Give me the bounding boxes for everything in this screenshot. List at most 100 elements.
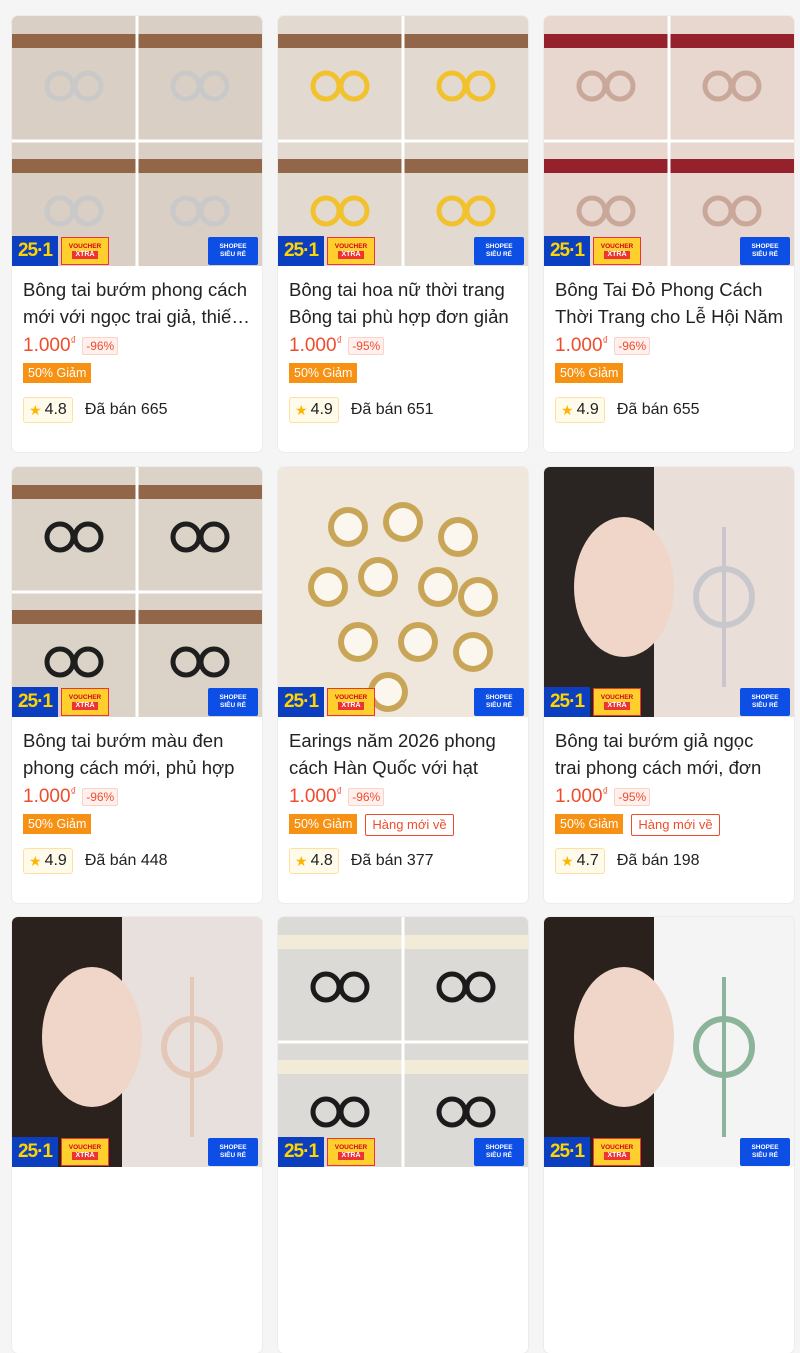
shopee-top: SHOPEE — [751, 694, 779, 702]
product-title[interactable]: Bông tai hoa nữ thời trang Bông tai phù … — [289, 276, 518, 330]
voucher-bottom: XTRA — [604, 250, 630, 259]
product-card[interactable]: 25·1 VOUCHER XTRA SHOPEE SIÊU RẺ Bông tai hoa… — [278, 16, 528, 452]
product-image — [278, 467, 528, 717]
rating-badge: ★ 4.7 — [555, 848, 605, 874]
sale-badge: 25·1 — [278, 687, 324, 717]
shopee-bottom: SIÊU RẺ — [219, 702, 246, 709]
discount-badge: -96% — [614, 337, 651, 355]
product-title[interactable]: Bông tai bướm giả ngọc trai phong cách m… — [555, 727, 784, 781]
product-price: 1.000₫ — [23, 335, 77, 356]
rating-value: 4.8 — [310, 852, 333, 869]
tag-row: 50% Giảm — [555, 363, 784, 385]
product-card[interactable]: 25·1 VOUCHER XTRA SHOPEE SIÊU RẺ Bông Tai Đỏ … — [544, 16, 794, 452]
currency-symbol: ₫ — [336, 335, 343, 347]
promo-tag: 50% Giảm — [289, 814, 358, 834]
voucher-bottom: XTRA — [338, 701, 364, 710]
promo-tag: 50% Giảm — [555, 814, 624, 834]
shopee-top: SHOPEE — [219, 243, 247, 251]
stats-row: ★ 4.8 Đã bán 665 — [23, 397, 252, 423]
product-thumbnail[interactable]: 25·1 VOUCHER XTRA SHOPEE SIÊU RẺ — [544, 16, 794, 266]
star-icon: ★ — [561, 852, 574, 869]
promo-banner: 25·1 VOUCHER XTRA SHOPEE SIÊU RẺ — [278, 687, 528, 717]
shopee-badge: SHOPEE SIÊU RẺ — [208, 1138, 258, 1166]
price-row: 1.000₫ -95% — [555, 786, 784, 808]
rating-value: 4.9 — [576, 401, 599, 418]
discount-badge: -96% — [82, 788, 119, 806]
product-thumbnail[interactable]: 25·1 VOUCHER XTRA SHOPEE SIÊU RẺ — [12, 16, 262, 266]
promo-tag: 50% Giảm — [289, 363, 358, 383]
promo-banner: 25·1 VOUCHER XTRA SHOPEE SIÊU RẺ — [12, 687, 262, 717]
promo-tag: 50% Giảm — [23, 814, 92, 834]
price-row: 1.000₫ -96% — [555, 335, 784, 357]
product-card[interactable]: 25·1 VOUCHER XTRA SHOPEE SIÊU RẺ Bông tai bướ… — [544, 467, 794, 903]
promo-banner: 25·1 VOUCHER XTRA SHOPEE SIÊU RẺ — [12, 236, 262, 266]
sold-count: Đã bán 448 — [84, 852, 168, 869]
product-card[interactable]: 25·1 VOUCHER XTRA SHOPEE SIÊU RẺ Bông tai bướ… — [12, 467, 262, 903]
shopee-bottom: SIÊU RẺ — [219, 251, 246, 258]
product-price: 1.000₫ — [23, 786, 77, 807]
product-info: Bông tai bướm giả ngọc trai phong cách m… — [544, 717, 794, 874]
product-card[interactable]: 25·1 VOUCHER XTRA SHOPEE SIÊU RẺ — [278, 917, 528, 1353]
rating-badge: ★ 4.8 — [289, 848, 339, 874]
stats-row: ★ 4.8 Đã bán 377 — [289, 848, 518, 874]
voucher-badge: VOUCHER XTRA — [593, 1138, 641, 1166]
sold-count: Đã bán 651 — [350, 401, 434, 418]
product-title[interactable]: Bông Tai Đỏ Phong Cách Thời Trang cho Lễ… — [555, 276, 784, 330]
product-thumbnail[interactable]: 25·1 VOUCHER XTRA SHOPEE SIÊU RẺ — [278, 467, 528, 717]
product-card[interactable]: 25·1 VOUCHER XTRA SHOPEE SIÊU RẺ — [12, 917, 262, 1353]
promo-banner: 25·1 VOUCHER XTRA SHOPEE SIÊU RẺ — [544, 1137, 794, 1167]
product-title[interactable]: Earings năm 2026 phong cách Hàn Quốc với… — [289, 727, 518, 781]
product-card[interactable]: 25·1 VOUCHER XTRA SHOPEE SIÊU RẺ Bông tai bướ… — [12, 16, 262, 452]
voucher-badge: VOUCHER XTRA — [61, 688, 109, 716]
stats-row: ★ 4.9 Đã bán 655 — [555, 397, 784, 423]
star-icon: ★ — [295, 401, 308, 418]
sold-count: Đã bán 665 — [84, 401, 168, 418]
voucher-top: VOUCHER — [68, 243, 102, 251]
product-info: Bông tai hoa nữ thời trang Bông tai phù … — [278, 266, 528, 423]
promo-banner: 25·1 VOUCHER XTRA SHOPEE SIÊU RẺ — [12, 1137, 262, 1167]
shopee-badge: SHOPEE SIÊU RẺ — [740, 237, 790, 265]
product-price: 1.000₫ — [289, 786, 343, 807]
shopee-bottom: SIÊU RẺ — [751, 1152, 778, 1159]
shopee-badge: SHOPEE SIÊU RẺ — [474, 1138, 524, 1166]
stats-row: ★ 4.9 Đã bán 651 — [289, 397, 518, 423]
product-thumbnail[interactable]: 25·1 VOUCHER XTRA SHOPEE SIÊU RẺ — [278, 917, 528, 1167]
product-title[interactable]: Bông tai bướm phong cách mới với ngọc tr… — [23, 276, 252, 330]
rating-badge: ★ 4.9 — [289, 397, 339, 423]
voucher-bottom: XTRA — [604, 1151, 630, 1160]
star-icon: ★ — [29, 401, 42, 418]
product-thumbnail[interactable]: 25·1 VOUCHER XTRA SHOPEE SIÊU RẺ — [544, 917, 794, 1167]
tag-row: 50% Giảm Hàng mới về — [289, 814, 518, 836]
product-card[interactable]: 25·1 VOUCHER XTRA SHOPEE SIÊU RẺ — [544, 917, 794, 1353]
voucher-top: VOUCHER — [68, 1144, 102, 1152]
voucher-badge: VOUCHER XTRA — [327, 237, 375, 265]
shopee-top: SHOPEE — [485, 694, 513, 702]
voucher-badge: VOUCHER XTRA — [61, 1138, 109, 1166]
product-title[interactable]: Bông tai bướm màu đen phong cách mới, ph… — [23, 727, 252, 781]
product-image — [12, 467, 262, 717]
price-row: 1.000₫ -96% — [289, 786, 518, 808]
product-thumbnail[interactable]: 25·1 VOUCHER XTRA SHOPEE SIÊU RẺ — [12, 917, 262, 1167]
rating-value: 4.9 — [44, 852, 67, 869]
product-price: 1.000₫ — [289, 335, 343, 356]
voucher-badge: VOUCHER XTRA — [593, 237, 641, 265]
product-thumbnail[interactable]: 25·1 VOUCHER XTRA SHOPEE SIÊU RẺ — [12, 467, 262, 717]
voucher-badge: VOUCHER XTRA — [327, 688, 375, 716]
tag-row: 50% Giảm — [289, 363, 518, 385]
promo-tag: 50% Giảm — [23, 363, 92, 383]
product-price: 1.000₫ — [555, 786, 609, 807]
product-thumbnail[interactable]: 25·1 VOUCHER XTRA SHOPEE SIÊU RẺ — [278, 16, 528, 266]
voucher-top: VOUCHER — [600, 694, 634, 702]
product-thumbnail[interactable]: 25·1 VOUCHER XTRA SHOPEE SIÊU RẺ — [544, 467, 794, 717]
product-info: Bông tai bướm màu đen phong cách mới, ph… — [12, 717, 262, 874]
voucher-bottom: XTRA — [338, 1151, 364, 1160]
rating-value: 4.9 — [310, 401, 333, 418]
shopee-bottom: SIÊU RẺ — [751, 702, 778, 709]
tag-row: 50% Giảm — [23, 363, 252, 385]
product-card[interactable]: 25·1 VOUCHER XTRA SHOPEE SIÊU RẺ Earings năm … — [278, 467, 528, 903]
sold-count: Đã bán 198 — [616, 852, 700, 869]
product-image — [544, 917, 794, 1167]
product-image — [544, 16, 794, 266]
sale-badge: 25·1 — [12, 236, 58, 266]
shopee-top: SHOPEE — [485, 1144, 513, 1152]
